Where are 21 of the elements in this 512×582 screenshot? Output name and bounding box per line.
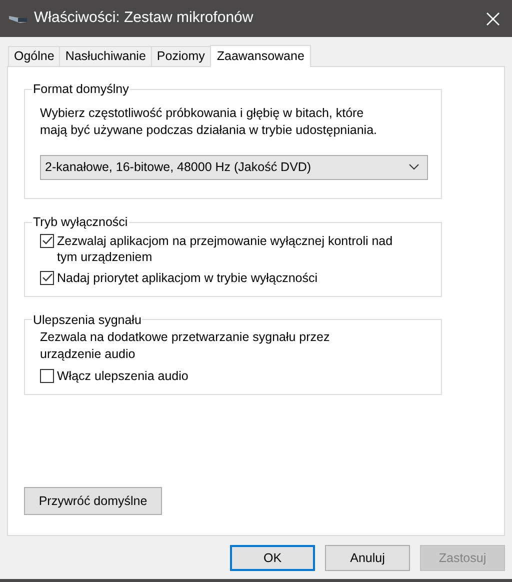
group-title: Tryb wyłączności	[32, 214, 129, 231]
group-title: Format domyślny	[32, 81, 130, 98]
checkbox-label[interactable]: Zezwalaj aplikacjom na przejmowanie wyłącznej kontroli nad tym urządzeniem	[57, 232, 407, 264]
dialog-button[interactable]: Anuluj	[325, 545, 410, 571]
tab[interactable]: Poziomy	[150, 46, 211, 66]
tab[interactable]: Ogólne	[8, 46, 60, 66]
ok-button[interactable]: OK	[230, 545, 315, 571]
checkbox[interactable]	[40, 234, 54, 248]
window-title: Właściwości: Zestaw mikrofonów	[34, 8, 254, 28]
format-dropdown[interactable]: 2-kanałowe, 16-bitowe, 48000 Hz (Jakość DVD)	[40, 154, 428, 180]
checkbox-label[interactable]: Nadaj priorytet aplikacjom w trybie wyłączności	[57, 270, 318, 286]
description-text: Wybierz częstotliwość próbkowania i głębię w bitach, które mają być używane podczas działania w trybie udostępniania.	[39, 104, 378, 139]
checkbox-label[interactable]: Włącz ulepszenia audio	[57, 368, 188, 384]
close-icon[interactable]	[486, 12, 500, 26]
group-title: Ulepszenia sygnału	[32, 312, 142, 329]
checkbox[interactable]	[40, 270, 54, 284]
checkbox[interactable]	[40, 369, 54, 384]
restore-defaults-button[interactable]: Przywróć domyślne	[24, 487, 162, 515]
tab[interactable]: Zaawansowane	[210, 45, 312, 67]
chevron-down-icon	[409, 164, 419, 170]
description-text: Zezwala na dodatkowe przetwarzanie sygnału przez urządzenie audio	[39, 329, 331, 364]
